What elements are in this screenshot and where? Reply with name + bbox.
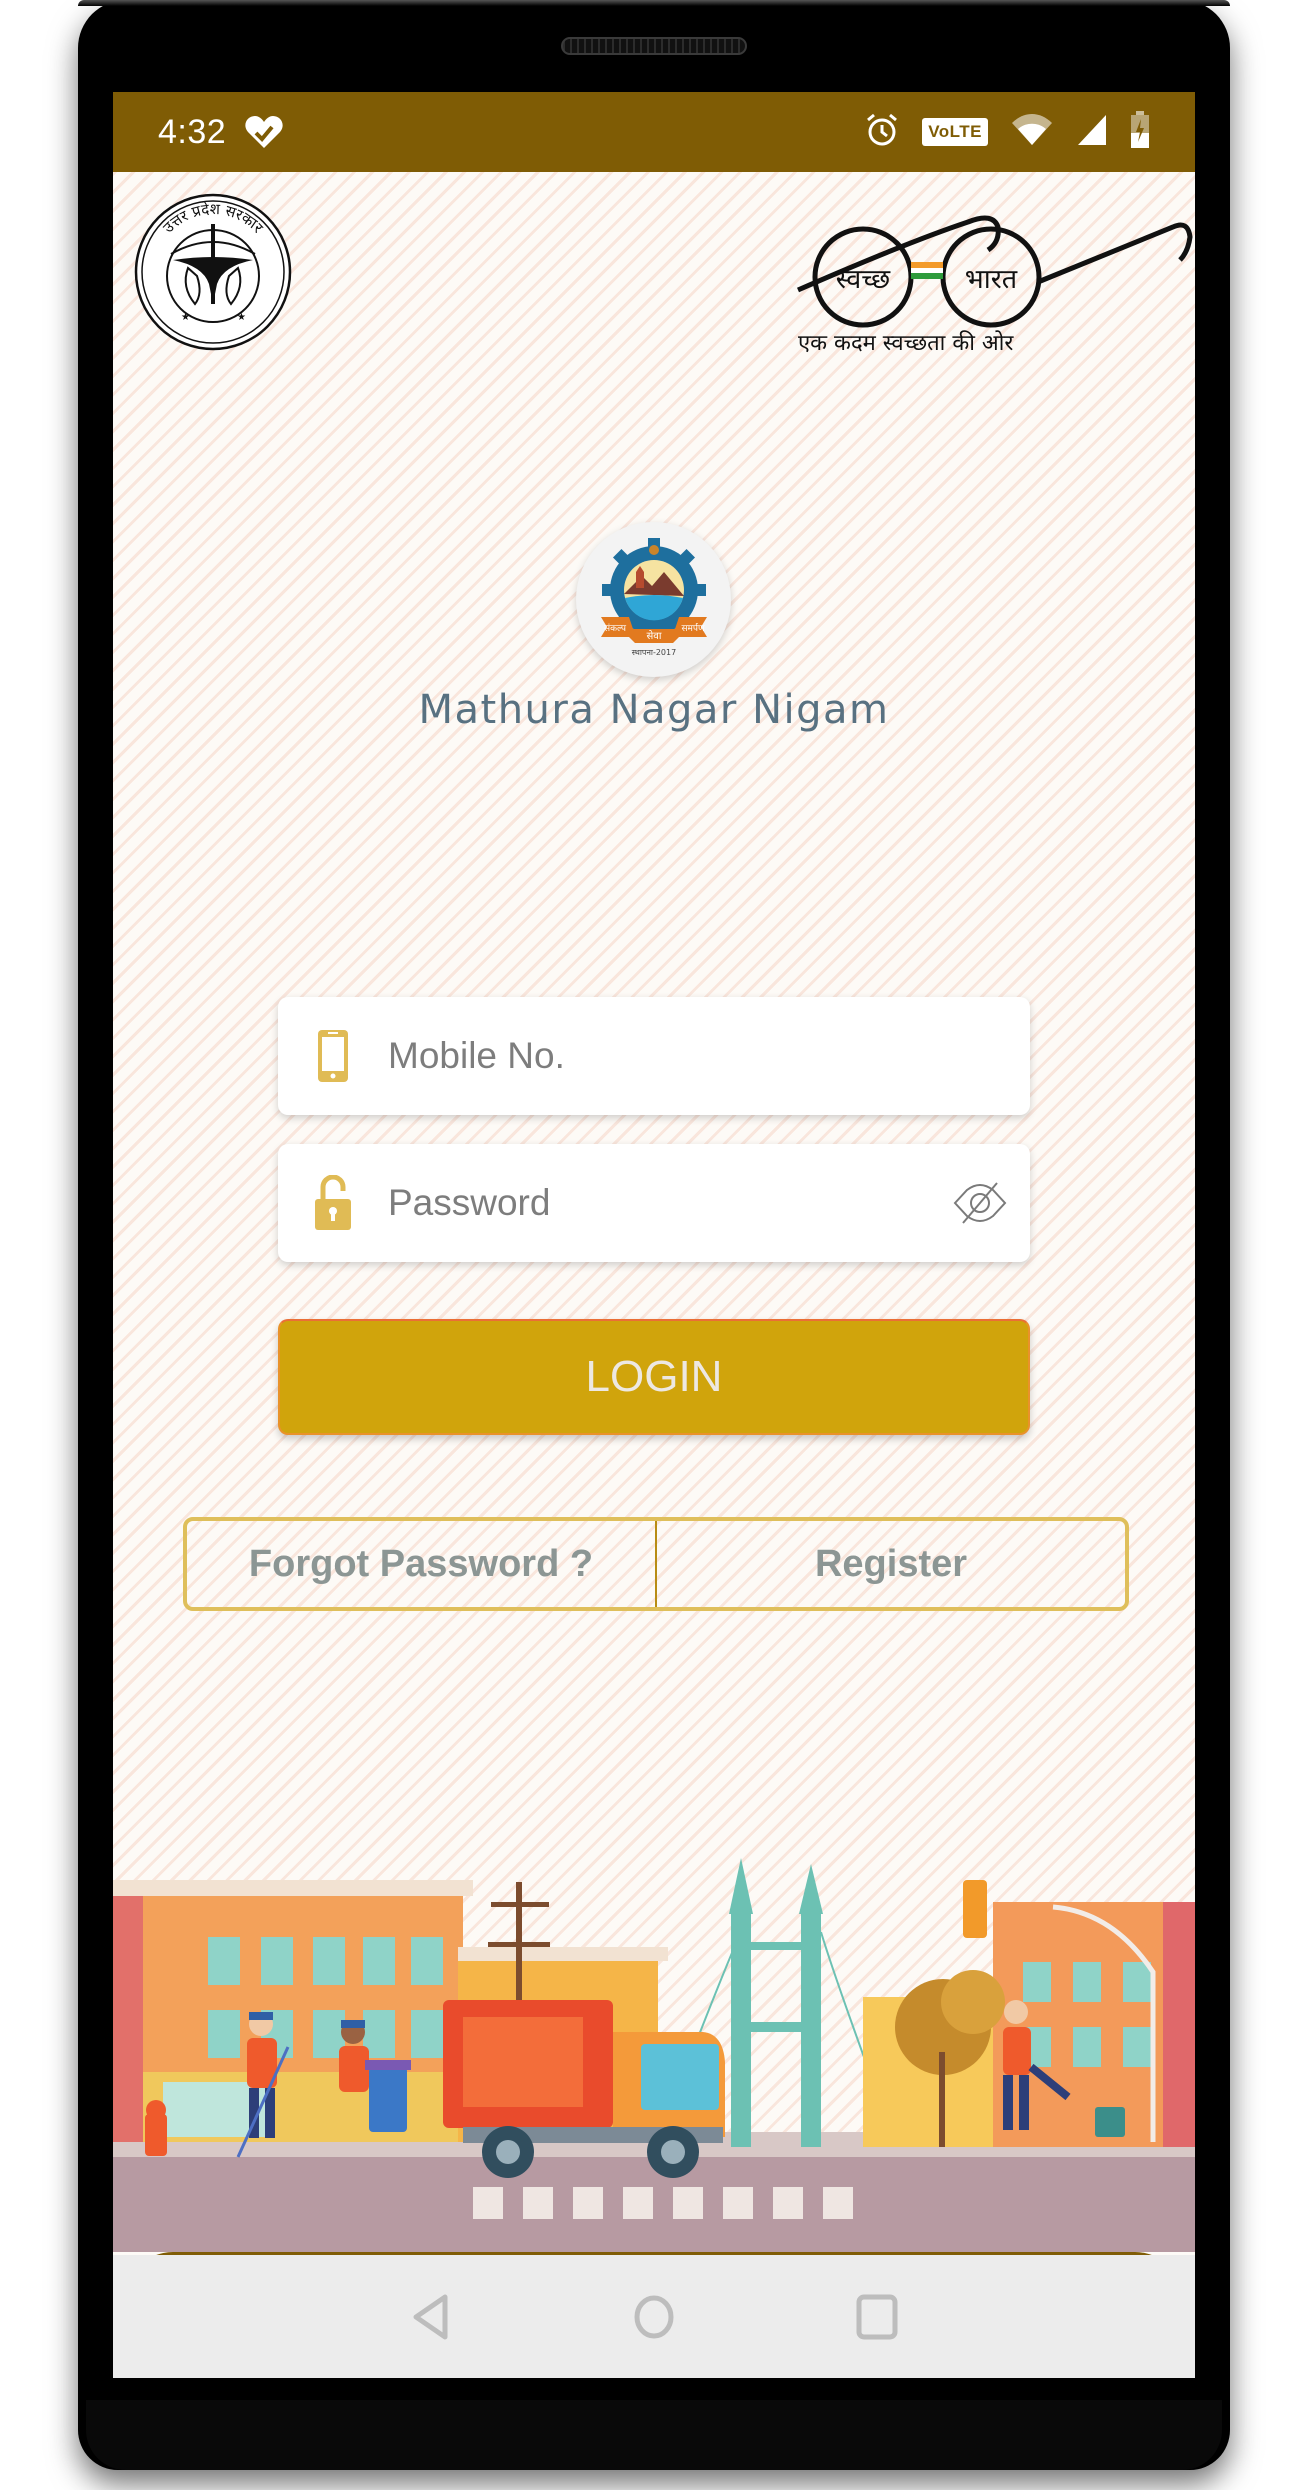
login-button[interactable]: LOGIN	[278, 1319, 1030, 1435]
mobile-field[interactable]	[278, 997, 1030, 1115]
alarm-icon	[864, 112, 900, 153]
mathura-nagar-nigam-emblem: संकल्प समर्पण सेवा स्थापना-2017	[576, 522, 731, 677]
organization-name: Mathura Nagar Nigam	[418, 687, 890, 733]
screen: 4:32 VoLTE ★ ★ उत्तर प्रदेश सरकार स्वच्छ…	[113, 92, 1195, 2378]
unlocked-padlock-icon	[278, 1175, 388, 1231]
status-bar: 4:32 VoLTE	[113, 92, 1195, 172]
login-screen: ★ ★ उत्तर प्रदेश सरकार स्वच्छ भारत एक कद…	[113, 172, 1195, 2347]
heart-check-icon	[244, 114, 284, 150]
up-government-emblem: ★ ★ उत्तर प्रदेश सरकार	[133, 192, 293, 352]
emblem-ribbon-right: समर्पण	[681, 622, 705, 634]
mobile-phone-icon	[278, 1029, 388, 1083]
register-button[interactable]: Register	[657, 1521, 1125, 1607]
password-input[interactable]	[388, 1144, 930, 1262]
battery-charging-icon	[1130, 110, 1150, 154]
status-time: 4:32	[158, 112, 227, 151]
wifi-icon	[1010, 113, 1054, 152]
swachh-text: स्वच्छ	[836, 264, 892, 295]
swachh-tagline: एक कदम स्वच्छता की ओर	[798, 331, 1014, 356]
city-street-cleaning-illustration	[113, 1852, 1195, 2252]
password-field[interactable]	[278, 1144, 1030, 1262]
status-icons: VoLTE	[864, 110, 1150, 154]
mobile-input[interactable]	[388, 997, 1030, 1115]
back-icon[interactable]	[407, 2293, 455, 2341]
eye-hidden-icon[interactable]	[930, 1181, 1030, 1225]
recents-icon[interactable]	[853, 2293, 901, 2341]
android-navigation-bar	[113, 2255, 1195, 2378]
svg-text:★: ★	[181, 312, 190, 323]
emblem-ribbon-left: संकल्प	[604, 623, 627, 634]
forgot-password-button[interactable]: Forgot Password ?	[187, 1521, 655, 1607]
svg-text:★: ★	[237, 312, 246, 323]
account-links: Forgot Password ? Register	[183, 1517, 1129, 1611]
volte-icon: VoLTE	[922, 118, 988, 146]
home-icon[interactable]	[630, 2293, 678, 2341]
phone-chin	[86, 2400, 1222, 2470]
signal-icon	[1076, 113, 1108, 152]
emblem-ribbon-center: सेवा	[646, 630, 661, 642]
bharat-text: भारत	[965, 264, 1018, 295]
phone-speaker	[561, 37, 747, 55]
emblem-established: स्थापना-2017	[631, 648, 675, 657]
